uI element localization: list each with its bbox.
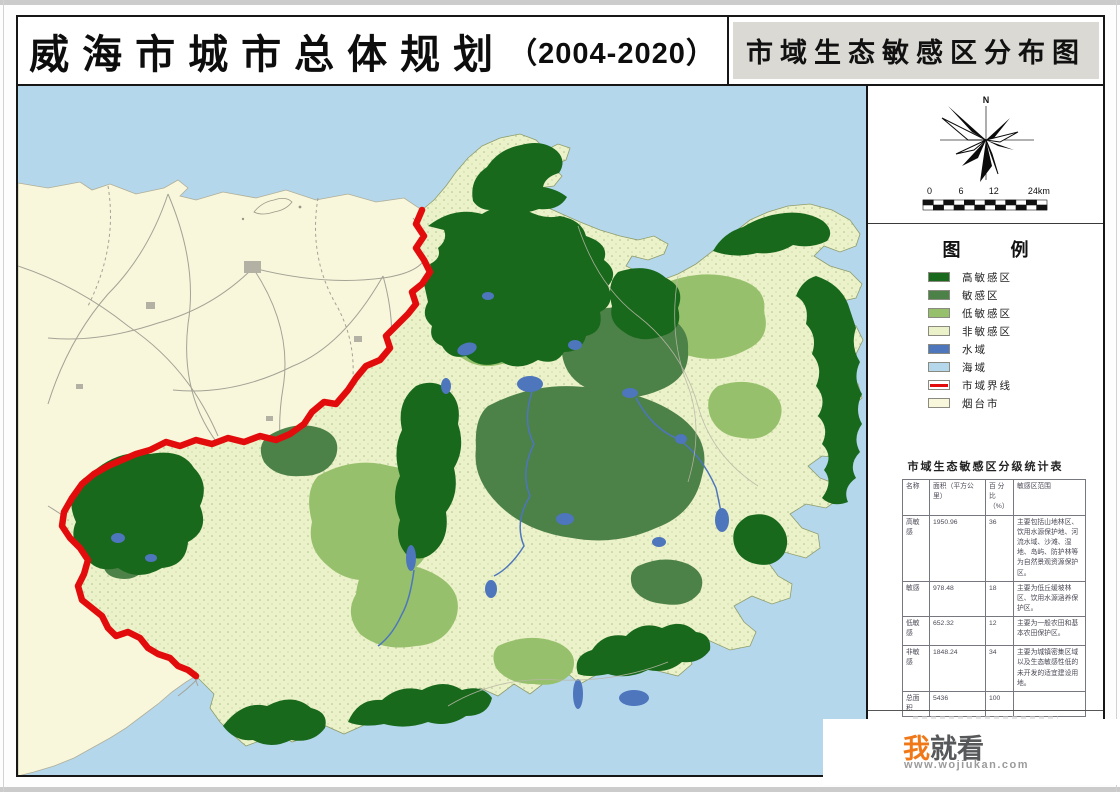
panel-divider-bottom	[868, 710, 1103, 711]
plan-title: 威海市城市总体规划	[29, 22, 506, 80]
sheet-title: 市域生态敏感区分布图	[746, 31, 1086, 70]
page-bottom-strip	[0, 787, 1120, 792]
legend-item-non: 非敏感区	[928, 322, 1012, 340]
non-sensitive-swatch	[928, 326, 950, 336]
stats-row-total: 总面积 5436 100	[903, 692, 1086, 717]
watermark-url: www.wojiukan.com	[904, 759, 1029, 771]
legend-item-yantai: 烟台市	[928, 394, 1012, 412]
stats-table: 名称 面积（平方公里） 百 分 比 （%） 敏感区范围 高敏感 1950.96 …	[902, 479, 1086, 717]
water-swatch	[928, 344, 950, 354]
page-right-line	[1116, 0, 1117, 792]
compass-rose: N	[920, 94, 1050, 186]
stats-row-high: 高敏感 1950.96 36 主要包括山地林区、饮用水源保护地、河流水域、沙滩、…	[903, 515, 1086, 581]
stats-table-title: 市域生态敏感区分级统计表	[868, 458, 1103, 474]
stats-row-non: 非敏感 1848.24 34 主要为城镇密集区域以及生态敏感性低的未开发的适宜建…	[903, 646, 1086, 692]
yantai-swatch	[928, 398, 950, 408]
page-left-line	[3, 0, 4, 792]
north-label: N	[983, 95, 990, 105]
legend-item-sea: 海域	[928, 358, 1012, 376]
boundary-swatch	[928, 380, 950, 390]
legend-item-sensitive: 敏感区	[928, 286, 1012, 304]
sheet-content: N 0 6 12 24km	[18, 86, 1103, 775]
scale-bar	[922, 199, 1048, 211]
sea-swatch	[928, 362, 950, 372]
title-band: 威海市城市总体规划（2004-2020） 市域生态敏感区分布图	[18, 17, 1103, 86]
scalebar-labels: 0 6 12 24km	[922, 186, 1048, 197]
plan-sheet-frame: 威海市城市总体规划（2004-2020） 市域生态敏感区分布图	[16, 15, 1105, 777]
legend-item-boundary: 市域界线	[928, 376, 1012, 394]
legend-title: 图 例	[868, 236, 1103, 262]
stats-header-row: 名称 面积（平方公里） 百 分 比 （%） 敏感区范围	[903, 480, 1086, 516]
title-right-cell: 市域生态敏感区分布图	[729, 17, 1103, 84]
title-left-cell: 威海市城市总体规划（2004-2020）	[18, 17, 729, 84]
ecological-sensitivity-map	[18, 86, 866, 775]
panel-divider-top	[868, 223, 1103, 224]
stats-row-low: 低敏感 652.32 12 主要为一般农田和基本农田保护区。	[903, 617, 1086, 646]
map-margin-panel: N 0 6 12 24km	[866, 86, 1103, 775]
legend: 高敏感区 敏感区 低敏感区 非敏感区 水域	[928, 268, 1012, 412]
legend-item-water: 水域	[928, 340, 1012, 358]
low-sensitive-swatch	[928, 308, 950, 318]
map-canvas	[18, 86, 866, 775]
page-top-strip	[0, 0, 1120, 5]
watermark-box: 我就看 www.wojiukan.com	[823, 719, 1120, 785]
high-sensitive-swatch	[928, 272, 950, 282]
stats-row-sensitive: 敏感 978.48 18 主要为低丘缓坡林区、饮用水源涵养保护区。	[903, 581, 1086, 617]
legend-item-low: 低敏感区	[928, 304, 1012, 322]
sensitive-swatch	[928, 290, 950, 300]
plan-title-years: （2004-2020）	[508, 30, 716, 72]
legend-item-high: 高敏感区	[928, 268, 1012, 286]
